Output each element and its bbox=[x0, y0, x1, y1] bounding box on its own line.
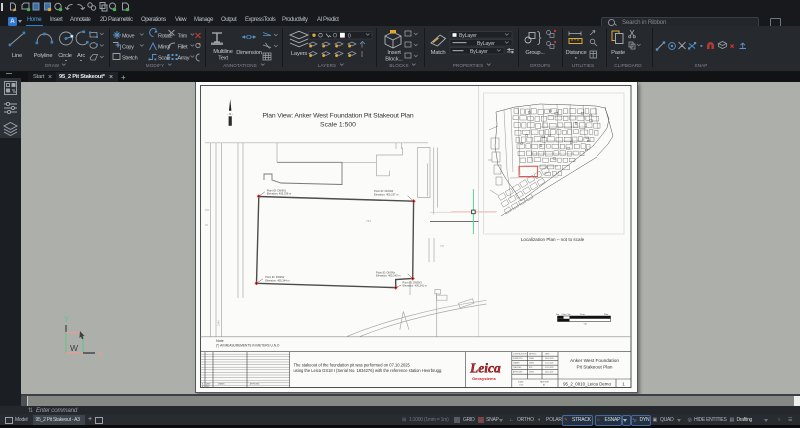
svg-text:Elevation: 405,237 m: Elevation: 405,237 m bbox=[374, 192, 398, 196]
svg-text:The stakeout of the foundation: The stakeout of the foundation pit was p… bbox=[294, 363, 411, 368]
svg-text:X: X bbox=[98, 350, 104, 359]
svg-text:08.10.2025: 08.10.2025 bbox=[545, 372, 554, 374]
svg-text:~20: ~20 bbox=[583, 324, 587, 326]
svg-text:ByLayer: ByLayer bbox=[477, 41, 495, 47]
svg-text:06.10.2025: 06.10.2025 bbox=[545, 358, 554, 360]
svg-text:SURVEYOR: SURVEYOR bbox=[513, 358, 523, 360]
svg-text:Insert: Insert bbox=[387, 50, 401, 56]
svg-text:Match: Match bbox=[431, 50, 446, 56]
svg-text:Array: Array bbox=[178, 56, 190, 62]
svg-text:Dimension: Dimension bbox=[236, 50, 262, 56]
svg-text:BLOCKS: BLOCKS bbox=[389, 63, 408, 68]
svg-text:2140: 2140 bbox=[217, 320, 221, 326]
svg-text:UTILITIES: UTILITIES bbox=[572, 63, 594, 68]
svg-text:95_2_0010_Leica Demo: 95_2_0010_Leica Demo bbox=[563, 381, 611, 386]
svg-text:737: 737 bbox=[440, 245, 445, 248]
svg-text:(*) All MEASUREMENTS IN METERS: (*) All MEASUREMENTS IN METERS U.N.O bbox=[216, 344, 280, 348]
svg-text:DRAWN: DRAWN bbox=[513, 362, 520, 365]
svg-text:GNSS: GNSS bbox=[529, 372, 535, 374]
svg-text:Geosystems: Geosystems bbox=[472, 376, 497, 381]
svg-text:Y: Y bbox=[64, 315, 70, 324]
svg-text:Elevation: 405,240 m: Elevation: 405,240 m bbox=[376, 274, 400, 278]
svg-text:GNSS: GNSS bbox=[529, 358, 535, 360]
svg-text:CLIPBOARD: CLIPBOARD bbox=[614, 63, 642, 68]
svg-text:0m: 0m bbox=[556, 314, 559, 316]
svg-text:- N -: - N - bbox=[227, 112, 233, 116]
svg-text:GNSS: GNSS bbox=[529, 363, 535, 365]
svg-text:Multiline: Multiline bbox=[213, 49, 232, 55]
svg-text:744: 744 bbox=[366, 219, 371, 223]
svg-text:1:500: 1:500 bbox=[519, 385, 523, 387]
svg-text:LAYERS: LAYERS bbox=[318, 63, 336, 68]
svg-text:Paste: Paste bbox=[611, 50, 625, 56]
svg-text:ByLayer: ByLayer bbox=[470, 49, 488, 55]
svg-text:Elevation: 405,244 m: Elevation: 405,244 m bbox=[265, 278, 289, 282]
svg-text:10 m: 10 m bbox=[580, 314, 585, 316]
svg-text:using the Leica GS18 I (Serial: using the Leica GS18 I (Serial No. 18342… bbox=[294, 368, 443, 373]
svg-text:Leica: Leica bbox=[469, 361, 501, 376]
svg-text:MODIFY: MODIFY bbox=[146, 63, 164, 68]
svg-text:Trim: Trim bbox=[178, 34, 188, 40]
svg-text:Stretch: Stretch bbox=[122, 56, 138, 62]
svg-text:PROPERTIES: PROPERTIES bbox=[453, 63, 484, 68]
svg-text:Elevation: 405,236 m: Elevation: 405,236 m bbox=[267, 192, 291, 196]
svg-text:Note: Note bbox=[216, 339, 224, 343]
svg-text:GROUPS: GROUPS bbox=[530, 63, 551, 68]
svg-text:Elevation: 405,241 m: Elevation: 405,241 m bbox=[403, 284, 427, 288]
svg-text:A3: A3 bbox=[543, 384, 545, 387]
svg-text:Text: Text bbox=[218, 56, 228, 62]
svg-text:APPROVED: APPROVED bbox=[250, 383, 260, 386]
svg-text:2.5m: 2.5m bbox=[562, 314, 567, 316]
svg-text:Layers: Layers bbox=[291, 51, 308, 57]
svg-text:Polyline: Polyline bbox=[34, 53, 53, 59]
svg-text:CONSTRUCTION: CONSTRUCTION bbox=[513, 354, 527, 356]
svg-text:Move: Move bbox=[122, 34, 134, 40]
svg-text:CHECKED: CHECKED bbox=[513, 367, 522, 369]
svg-text:Circle: Circle bbox=[58, 53, 72, 59]
svg-text:DATE: DATE bbox=[545, 353, 550, 356]
svg-text:25m: 25m bbox=[604, 314, 608, 316]
svg-text:Block...: Block... bbox=[385, 57, 403, 63]
svg-text:5m: 5m bbox=[568, 314, 571, 316]
svg-text:07.10.2025: 07.10.2025 bbox=[545, 367, 554, 369]
svg-text:SCALE: SCALE bbox=[518, 381, 524, 384]
svg-text:APPROVED: APPROVED bbox=[513, 371, 523, 374]
svg-text:1: 1 bbox=[622, 381, 625, 386]
svg-text:METHOD: METHOD bbox=[529, 354, 537, 356]
svg-text:Group...: Group... bbox=[525, 50, 545, 56]
svg-text:Anker West Foundation: Anker West Foundation bbox=[570, 358, 619, 363]
svg-text:Arc: Arc bbox=[77, 53, 85, 59]
svg-text:DRAWN: DRAWN bbox=[218, 383, 225, 386]
svg-text:Rotate: Rotate bbox=[158, 34, 173, 40]
svg-text:PAGE SIZE: PAGE SIZE bbox=[540, 381, 550, 384]
svg-text:ByLayer: ByLayer bbox=[459, 33, 477, 39]
svg-text:Pit Stakeout Plan: Pit Stakeout Plan bbox=[577, 365, 613, 370]
svg-text:ANNOTATIONS: ANNOTATIONS bbox=[223, 63, 257, 68]
svg-text:Localization Plan – not to sca: Localization Plan – not to scale bbox=[521, 237, 585, 242]
svg-text:RTK: RTK bbox=[529, 367, 533, 369]
svg-text:SNAP: SNAP bbox=[695, 63, 708, 68]
svg-text:DRAW: DRAW bbox=[45, 63, 60, 68]
svg-text:0: 0 bbox=[348, 33, 351, 39]
svg-text:Scale 1:500: Scale 1:500 bbox=[320, 122, 356, 129]
svg-text:07.10.2025: 07.10.2025 bbox=[545, 363, 554, 365]
svg-text:Copy: Copy bbox=[122, 45, 134, 51]
svg-text:W: W bbox=[70, 343, 78, 353]
svg-text:Line: Line bbox=[12, 53, 22, 59]
svg-text:Distance: Distance bbox=[566, 50, 587, 56]
svg-text:Plan View: Anker West Foundati: Plan View: Anker West Foundation Pit Sta… bbox=[263, 113, 414, 120]
svg-text:Fillet: Fillet bbox=[178, 45, 189, 51]
